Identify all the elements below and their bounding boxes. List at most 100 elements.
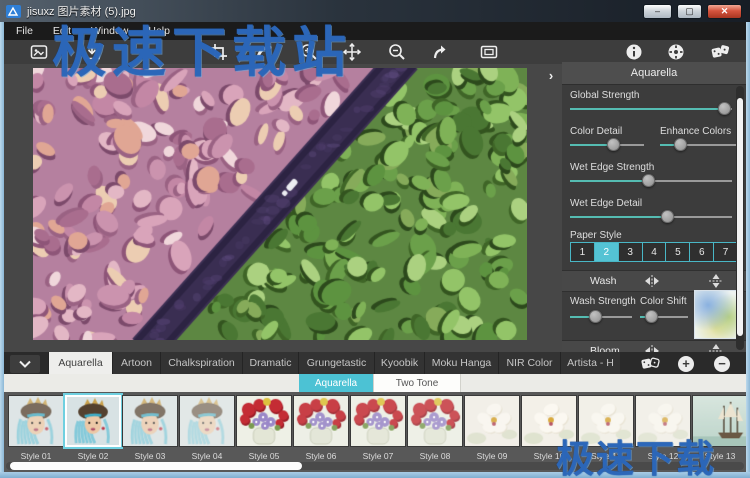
style-thumbnail-style-08[interactable]: Style 08 xyxy=(407,395,463,461)
style-preview-image[interactable] xyxy=(122,395,178,447)
style-preview-image[interactable] xyxy=(407,395,463,447)
style-preview-image[interactable] xyxy=(578,395,634,447)
tab-artoon[interactable]: Artoon xyxy=(112,352,160,374)
style-preview-image[interactable] xyxy=(464,395,520,447)
randomize-style-icon[interactable] xyxy=(640,355,660,372)
zoom-in-icon[interactable] xyxy=(299,42,319,62)
style-thumbnail-style-12[interactable]: Style 12 xyxy=(635,395,691,461)
paper-style-buttons: 1234567 xyxy=(570,242,738,262)
enhance-colors-label: Enhance Colors xyxy=(660,126,731,137)
bloom-section-bar[interactable]: Bloom xyxy=(562,340,746,352)
enhance-colors-slider[interactable] xyxy=(660,138,738,152)
style-preview-image[interactable] xyxy=(635,395,691,447)
style-label: Style 09 xyxy=(464,451,520,461)
slider-knob[interactable] xyxy=(607,138,620,151)
paper-style-4[interactable]: 4 xyxy=(642,242,667,262)
adjustment-panel: Aquarella Global Strength Color Detail E… xyxy=(562,62,746,352)
style-label: Style 12 xyxy=(635,451,691,461)
brush-icon[interactable] xyxy=(254,42,274,62)
tab-artista-h[interactable]: Artista - H xyxy=(560,352,620,374)
panel-collapse-button[interactable]: › xyxy=(540,66,562,86)
settings-icon[interactable] xyxy=(666,42,686,62)
info-icon[interactable] xyxy=(624,42,644,62)
style-thumbnail-style-09[interactable]: Style 09 xyxy=(464,395,520,461)
style-preview-image[interactable] xyxy=(8,395,64,447)
paper-style-2[interactable]: 2 xyxy=(594,242,619,262)
menu-item-help[interactable]: Help xyxy=(148,25,170,37)
paper-style-3[interactable]: 3 xyxy=(618,242,643,262)
import-icon[interactable] xyxy=(82,42,102,62)
style-thumbnail-style-11[interactable]: Style 11 xyxy=(578,395,634,461)
style-thumbnail-style-04[interactable]: Style 04 xyxy=(179,395,235,461)
style-preview-image[interactable] xyxy=(293,395,349,447)
style-preview-image[interactable] xyxy=(521,395,577,447)
color-shift-slider[interactable] xyxy=(640,310,688,324)
slider-knob[interactable] xyxy=(642,174,655,187)
crop-icon[interactable] xyxy=(209,42,229,62)
paper-style-6[interactable]: 6 xyxy=(689,242,714,262)
style-preview-image[interactable] xyxy=(692,395,746,447)
tab-aquarella[interactable]: Aquarella xyxy=(48,352,112,374)
redo-icon[interactable] xyxy=(431,42,451,62)
pan-icon[interactable] xyxy=(342,42,362,62)
add-preset-button[interactable]: + xyxy=(678,356,694,372)
slider-knob[interactable] xyxy=(589,310,602,323)
minimize-button[interactable]: – xyxy=(643,4,672,19)
menu-item-edit[interactable]: Edit xyxy=(53,25,71,37)
preview-icon[interactable] xyxy=(479,42,499,62)
slider-fill xyxy=(570,216,667,218)
tab-nir-color[interactable]: NIR Color xyxy=(498,352,560,374)
color-detail-slider[interactable] xyxy=(570,138,644,152)
zoom-out-icon[interactable] xyxy=(387,42,407,62)
paper-style-1[interactable]: 1 xyxy=(570,242,595,262)
flip-vertical-icon[interactable] xyxy=(708,344,724,352)
style-thumbnail-style-03[interactable]: Style 03 xyxy=(122,395,178,461)
style-thumbnail-style-01[interactable]: Style 01 xyxy=(8,395,64,461)
title-bar[interactable]: jisuxz 图片素材 (5).jpg – ▢ ✕ xyxy=(0,0,750,22)
flip-horizontal-icon[interactable] xyxy=(644,274,660,288)
collapse-strip-button[interactable] xyxy=(10,355,40,373)
subtab-aquarella[interactable]: Aquarella xyxy=(299,374,373,392)
wet-edge-strength-slider[interactable] xyxy=(570,174,732,188)
menu-item-file[interactable]: File xyxy=(16,25,33,37)
style-thumbnail-style-07[interactable]: Style 07 xyxy=(350,395,406,461)
randomize-icon[interactable] xyxy=(710,42,730,62)
wash-section-label: Wash xyxy=(590,275,616,287)
slider-knob[interactable] xyxy=(645,310,658,323)
style-thumbnail-style-02[interactable]: Style 02 xyxy=(65,395,121,461)
slider-knob[interactable] xyxy=(661,210,674,223)
tab-chalkspiration[interactable]: Chalkspiration xyxy=(160,352,242,374)
tab-dramatic[interactable]: Dramatic xyxy=(242,352,298,374)
maximize-button[interactable]: ▢ xyxy=(677,4,702,19)
tab-moku-hanga[interactable]: Moku Hanga xyxy=(424,352,498,374)
style-thumbnail-style-06[interactable]: Style 06 xyxy=(293,395,349,461)
subtab-two-tone[interactable]: Two Tone xyxy=(373,374,461,392)
global-strength-slider[interactable] xyxy=(570,102,732,116)
menu-item-window[interactable]: Window xyxy=(91,25,128,37)
thumbnail-scrollbar-thumb[interactable] xyxy=(10,462,302,470)
style-thumbnail-style-13[interactable]: Style 13 xyxy=(692,395,746,461)
flip-horizontal-icon[interactable] xyxy=(644,344,660,352)
style-preview-image[interactable] xyxy=(350,395,406,447)
panel-scrollbar-thumb[interactable] xyxy=(737,98,743,336)
wet-edge-detail-slider[interactable] xyxy=(570,210,732,224)
remove-preset-button[interactable]: − xyxy=(714,356,730,372)
slider-knob[interactable] xyxy=(674,138,687,151)
wash-strength-slider[interactable] xyxy=(570,310,632,324)
open-image-icon[interactable] xyxy=(29,42,49,62)
wash-section-bar[interactable]: Wash xyxy=(562,270,746,292)
style-preview-image[interactable] xyxy=(236,395,292,447)
flip-vertical-icon[interactable] xyxy=(708,274,724,288)
paper-style-7[interactable]: 7 xyxy=(713,242,738,262)
tab-kyoobik[interactable]: Kyoobik xyxy=(374,352,424,374)
style-thumbnail-style-05[interactable]: Style 05 xyxy=(236,395,292,461)
paper-style-5[interactable]: 5 xyxy=(665,242,690,262)
edited-photo-canvas[interactable] xyxy=(33,68,527,340)
style-preview-image[interactable] xyxy=(179,395,235,447)
tab-grungetastic[interactable]: Grungetastic xyxy=(298,352,374,374)
slider-knob[interactable] xyxy=(718,102,731,115)
style-label: Style 07 xyxy=(350,451,406,461)
style-preview-image[interactable] xyxy=(65,395,121,447)
close-button[interactable]: ✕ xyxy=(707,4,742,19)
style-thumbnail-style-10[interactable]: Style 10 xyxy=(521,395,577,461)
